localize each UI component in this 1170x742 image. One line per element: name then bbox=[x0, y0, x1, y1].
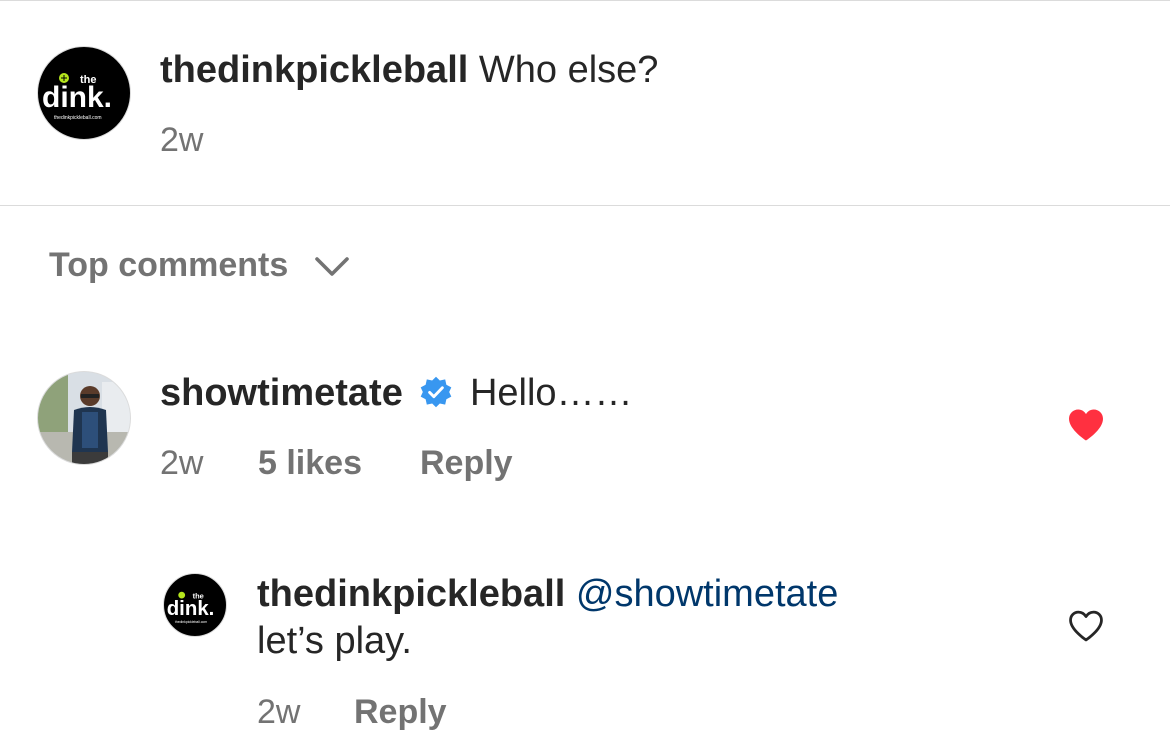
post-username[interactable]: thedinkpickleball bbox=[160, 49, 468, 91]
comment-likes[interactable]: 5 likes bbox=[258, 443, 362, 483]
svg-text:dink.: dink. bbox=[42, 81, 112, 114]
post-avatar[interactable]: the dink. thedinkpickleball.com bbox=[37, 46, 131, 140]
svg-text:thedinkpickleball.com: thedinkpickleball.com bbox=[175, 620, 207, 624]
reply-reply-button[interactable]: Reply bbox=[354, 692, 447, 732]
comment-line: showtimetate Hello…… bbox=[160, 370, 633, 416]
top-divider bbox=[0, 0, 1170, 1]
chevron-down-icon bbox=[315, 256, 350, 276]
reply-line: thedinkpickleball @showtimetate bbox=[257, 571, 838, 617]
svg-text:thedinkpickleball.com: thedinkpickleball.com bbox=[54, 115, 102, 121]
user-photo-icon bbox=[38, 372, 130, 464]
reply-avatar[interactable]: the dink. thedinkpickleball.com bbox=[163, 573, 227, 637]
heart-outline-icon[interactable] bbox=[1067, 609, 1105, 643]
dink-logo-icon: the dink. thedinkpickleball.com bbox=[167, 592, 215, 625]
liked-heart-icon[interactable] bbox=[1067, 408, 1105, 442]
dink-logo-icon: the dink. thedinkpickleball.com bbox=[42, 73, 112, 121]
reply-username[interactable]: thedinkpickleball bbox=[257, 573, 565, 615]
comment-reply-button[interactable]: Reply bbox=[420, 443, 513, 483]
caption-divider bbox=[0, 205, 1170, 206]
reply-mention[interactable]: @showtimetate bbox=[576, 573, 838, 615]
comment-time: 2w bbox=[160, 444, 204, 482]
svg-text:dink.: dink. bbox=[167, 598, 215, 620]
comment-username[interactable]: showtimetate bbox=[160, 372, 403, 414]
post-caption-text: Who else? bbox=[478, 49, 659, 91]
comment-text: Hello…… bbox=[469, 372, 633, 414]
commenter-avatar[interactable] bbox=[37, 371, 131, 465]
reply-time: 2w bbox=[257, 693, 301, 731]
reply-text: let’s play. bbox=[257, 620, 412, 662]
verified-badge-icon bbox=[421, 376, 452, 408]
top-comments-label: Top comments bbox=[49, 246, 289, 284]
top-comments-dropdown[interactable]: Top comments bbox=[49, 246, 350, 285]
post-time: 2w bbox=[160, 121, 204, 159]
post-caption: thedinkpickleball Who else? bbox=[160, 47, 658, 93]
